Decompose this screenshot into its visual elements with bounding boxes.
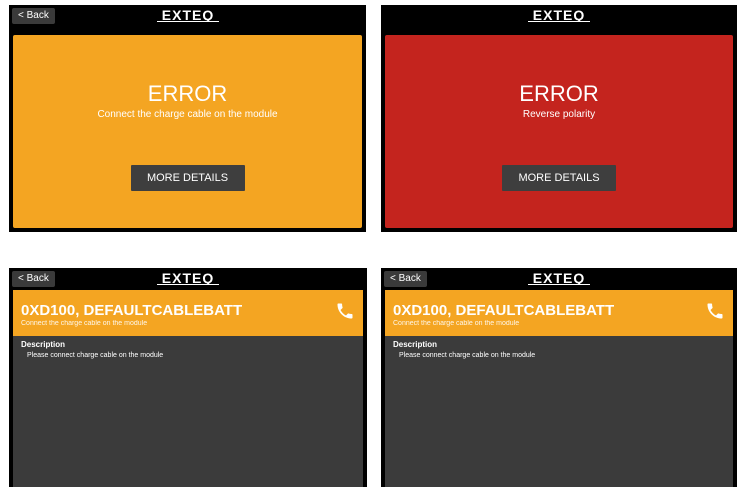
description-text: Please connect charge cable on the modul…: [399, 352, 536, 359]
error-subtitle: Connect the charge cable on the module: [21, 320, 148, 327]
back-button[interactable]: < Back: [12, 271, 55, 287]
back-button[interactable]: < Back: [384, 271, 427, 287]
error-title: ERROR: [147, 81, 228, 106]
back-button[interactable]: < Back: [12, 8, 55, 24]
error-subtitle: Connect the charge cable on the module: [393, 320, 520, 327]
details-header: 0XD100, DEFAULTCABLEBATT Connect the cha…: [385, 290, 733, 336]
top-bar: < Back EXTEQ: [9, 268, 367, 290]
logo-text: EXTEQ: [533, 8, 585, 22]
logo-text: EXTEQ: [161, 8, 213, 22]
error-title: ERROR: [519, 81, 599, 106]
error-panel: ERROR Connect the charge cable on the mo…: [13, 35, 362, 228]
description-text: Please connect charge cable on the modul…: [27, 352, 164, 359]
screen-error-polarity: EXTEQ ERROR Reverse polarity MORE DETAIL…: [381, 5, 737, 232]
logo-text: EXTEQ: [162, 271, 214, 285]
error-message: Connect the charge cable on the module: [97, 109, 278, 120]
error-code: 0XD100, DEFAULTCABLEBATT: [393, 302, 615, 319]
exteq-logo: EXTEQ: [526, 271, 592, 285]
phone-icon[interactable]: [335, 301, 355, 321]
error-message: Reverse polarity: [522, 109, 596, 120]
details-header: 0XD100, DEFAULTCABLEBATT Connect the cha…: [13, 290, 363, 336]
logo-text: EXTEQ: [533, 271, 585, 285]
screen-details-right: < Back EXTEQ 0XD100, DEFAULTCABLEBATT Co…: [381, 268, 737, 487]
error-code: 0XD100, DEFAULTCABLEBATT: [21, 302, 243, 319]
phone-icon[interactable]: [705, 301, 725, 321]
more-details-button[interactable]: MORE DETAILS: [130, 165, 245, 191]
details-panel: 0XD100, DEFAULTCABLEBATT Connect the cha…: [385, 290, 733, 487]
description-label: Description: [21, 340, 66, 349]
exteq-logo: EXTEQ: [155, 271, 221, 285]
top-bar: < Back EXTEQ: [9, 5, 366, 27]
details-panel: 0XD100, DEFAULTCABLEBATT Connect the cha…: [13, 290, 363, 487]
exteq-logo: EXTEQ: [155, 8, 221, 22]
more-details-button[interactable]: MORE DETAILS: [502, 165, 616, 191]
screen-details-left: < Back EXTEQ 0XD100, DEFAULTCABLEBATT Co…: [9, 268, 367, 487]
screen-error-cable: < Back EXTEQ ERROR Connect the charge ca…: [9, 5, 366, 232]
exteq-logo: EXTEQ: [526, 8, 592, 22]
top-bar: < Back EXTEQ: [381, 268, 737, 290]
description-label: Description: [393, 340, 438, 349]
error-panel: ERROR Reverse polarity MORE DETAILS: [385, 35, 733, 228]
top-bar: EXTEQ: [381, 5, 737, 27]
